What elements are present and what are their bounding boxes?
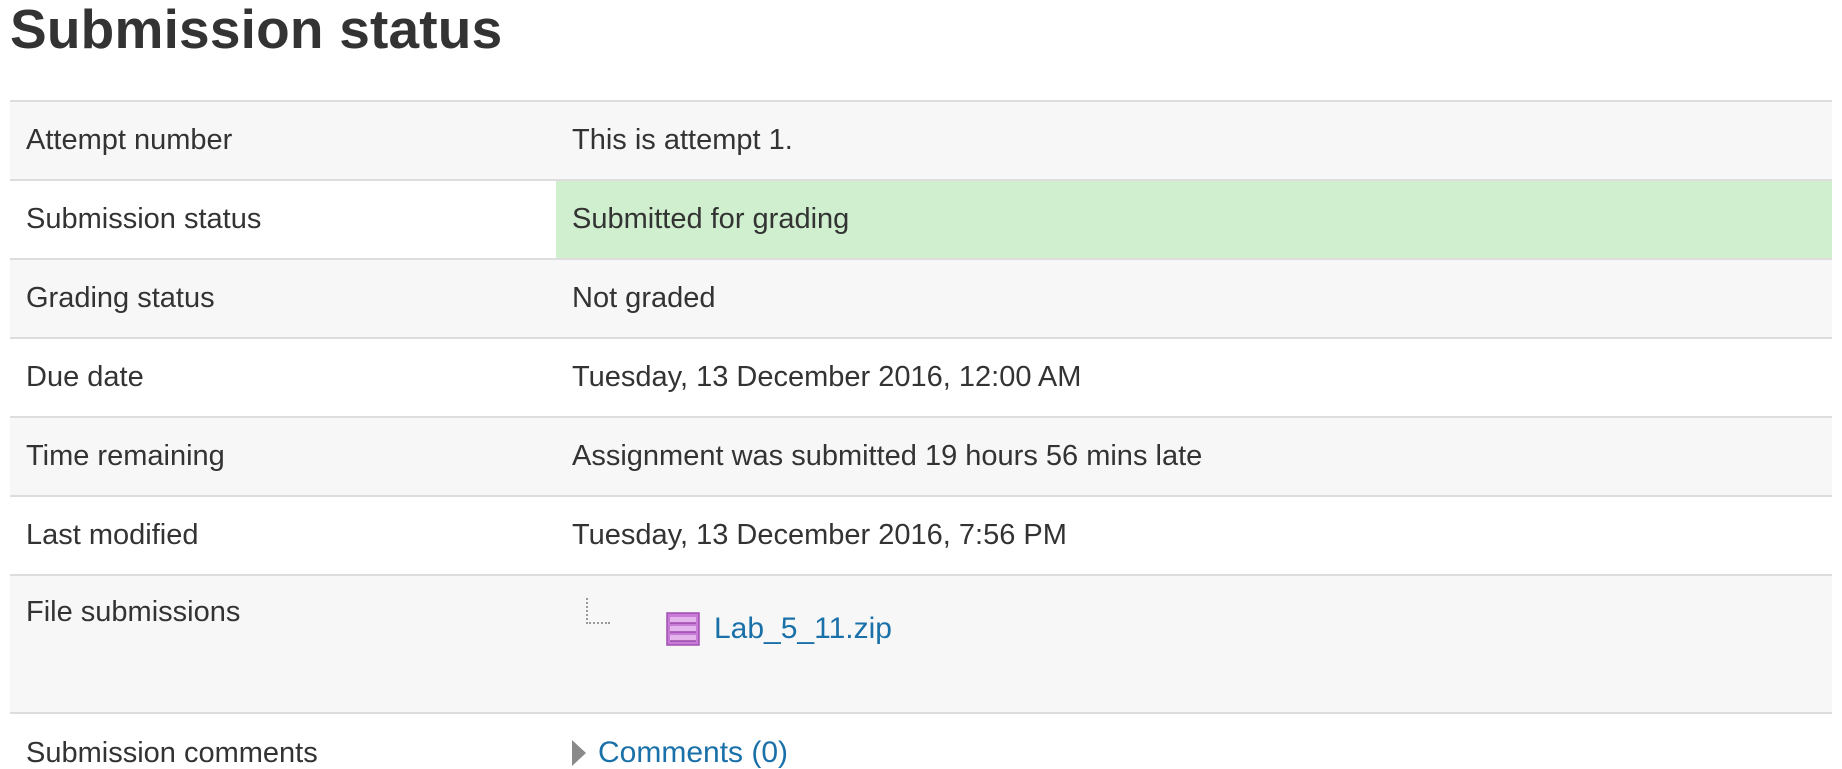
time-remaining-value: Assignment was submitted 19 hours 56 min… xyxy=(556,417,1832,496)
file-submissions-label: File submissions xyxy=(10,575,556,713)
attempt-number-label: Attempt number xyxy=(10,101,556,180)
file-tree: Lab_5_11.zip xyxy=(572,576,1832,692)
submission-comments-value: Comments (0) xyxy=(556,713,1832,769)
submission-comments-label: Submission comments xyxy=(10,713,556,769)
file-link-lab-5-11[interactable]: Lab_5_11.zip xyxy=(714,612,892,646)
expand-triangle-icon[interactable] xyxy=(572,740,586,766)
grading-status-label: Grading status xyxy=(10,259,556,338)
submission-status-table: Attempt number This is attempt 1. Submis… xyxy=(10,100,1832,769)
comments-link[interactable]: Comments (0) xyxy=(598,736,788,769)
table-row-due-date: Due date Tuesday, 13 December 2016, 12:0… xyxy=(10,338,1832,417)
submission-status-label: Submission status xyxy=(10,180,556,259)
archive-icon xyxy=(666,612,700,646)
table-row-time-remaining: Time remaining Assignment was submitted … xyxy=(10,417,1832,496)
table-row-grading-status: Grading status Not graded xyxy=(10,259,1832,338)
file-submissions-value: Lab_5_11.zip xyxy=(556,575,1832,713)
last-modified-value: Tuesday, 13 December 2016, 7:56 PM xyxy=(556,496,1832,575)
last-modified-label: Last modified xyxy=(10,496,556,575)
tree-connector xyxy=(586,598,610,624)
table-row-attempt: Attempt number This is attempt 1. xyxy=(10,101,1832,180)
comments-toggle[interactable]: Comments (0) xyxy=(572,736,1832,769)
due-date-value: Tuesday, 13 December 2016, 12:00 AM xyxy=(556,338,1832,417)
page-title: Submission status xyxy=(10,0,503,60)
table-row-last-modified: Last modified Tuesday, 13 December 2016,… xyxy=(10,496,1832,575)
submission-status-page: Submission status Attempt number This is… xyxy=(0,0,1842,769)
submission-status-value: Submitted for grading xyxy=(556,180,1832,259)
due-date-label: Due date xyxy=(10,338,556,417)
table-row-submission-status: Submission status Submitted for grading xyxy=(10,180,1832,259)
table-row-file-submissions: File submissions Lab_5_11.zip xyxy=(10,575,1832,713)
table-row-submission-comments: Submission comments Comments (0) xyxy=(10,713,1832,769)
grading-status-value: Not graded xyxy=(556,259,1832,338)
attempt-number-value: This is attempt 1. xyxy=(556,101,1832,180)
time-remaining-label: Time remaining xyxy=(10,417,556,496)
